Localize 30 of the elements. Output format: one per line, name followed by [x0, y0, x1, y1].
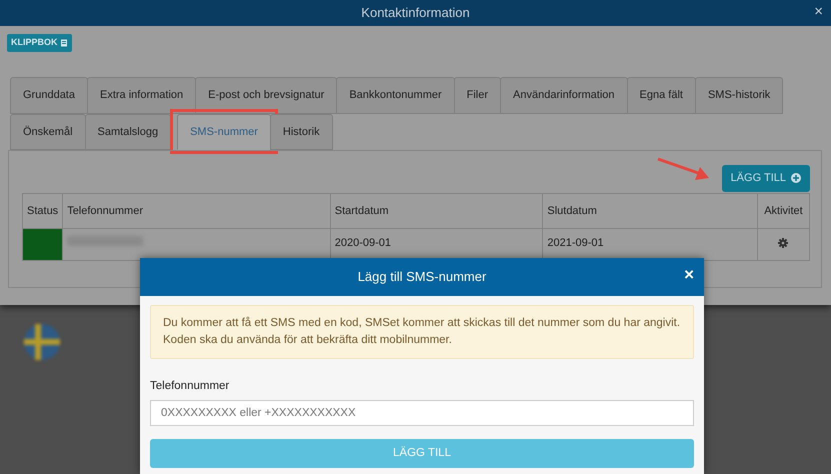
window-title: Kontaktinformation [361, 4, 470, 22]
dialog-title: Lägg till SMS-nummer [358, 268, 486, 286]
plus-circle-icon [791, 173, 801, 184]
tab[interactable]: SMS-nummer [177, 114, 271, 150]
tab[interactable]: Önskemål [10, 114, 86, 150]
tab[interactable]: Användarinformation [500, 77, 628, 114]
book-icon [60, 38, 68, 47]
column-header: Startdatum [330, 194, 543, 228]
tab[interactable]: Egna fält [626, 77, 696, 114]
clipboard-button[interactable]: KLIPPBOK [7, 34, 72, 52]
tab[interactable]: Extra information [86, 77, 196, 114]
column-header: Status [22, 194, 63, 228]
tab[interactable]: Samtalslogg [84, 114, 172, 150]
field-label: Telefonnummer [150, 379, 230, 394]
column-header: Slutdatum [542, 194, 758, 228]
flag-icon [22, 322, 62, 362]
tab[interactable]: Bankkontonummer [336, 77, 455, 114]
tab[interactable]: Historik [270, 114, 333, 150]
tab[interactable]: SMS-historik [694, 77, 784, 114]
phone-input-field[interactable]: 0XXXXXXXXX eller +XXXXXXXXXXX [150, 400, 694, 426]
column-header: Aktivitet [757, 194, 810, 228]
tab[interactable]: Filer [454, 77, 502, 114]
settings-icon[interactable] [778, 238, 788, 248]
tab[interactable]: E-post och brevsignatur [195, 77, 338, 114]
add-button[interactable]: LÄGG TILL [722, 165, 810, 192]
column-header: Telefonnummer [62, 194, 330, 228]
close-button[interactable]: × [684, 266, 694, 283]
tab[interactable]: Grunddata [10, 77, 88, 114]
info-message: Du kommer att få ett SMS med en kod, SMSet kommer att skickas till det nummer som du har angivit. Koden ska du använda för att bekräfta ditt mobilnummer. [150, 305, 694, 359]
close-button[interactable]: × [814, 4, 823, 19]
